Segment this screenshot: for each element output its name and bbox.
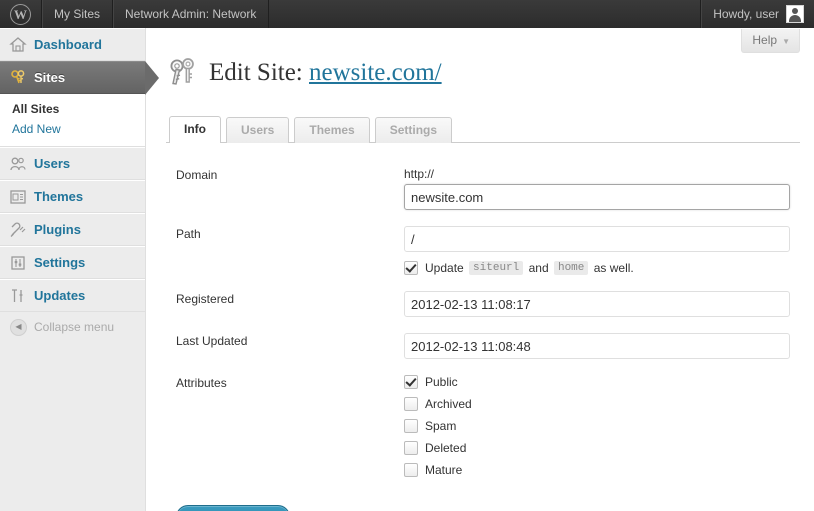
keys-icon <box>166 57 200 89</box>
sidebar-item-settings-label: Settings <box>34 255 86 270</box>
sidebar-item-dashboard[interactable]: Dashboard <box>0 28 145 61</box>
attributes-field-cell: Public Archived Spam Deleted Mature <box>404 367 814 493</box>
update-siteurl-text-before: Update <box>425 261 464 275</box>
deleted-label: Deleted <box>425 441 467 455</box>
attribute-row-mature: Mature <box>404 463 804 477</box>
attribute-row-public: Public <box>404 375 804 389</box>
admin-sidebar: Dashboard Sites All Sites Add New Users <box>0 28 159 511</box>
sidebar-item-sites[interactable]: Sites <box>0 61 159 95</box>
update-siteurl-row: Update siteurl and home as well. <box>404 261 804 275</box>
update-siteurl-text-after: as well. <box>593 261 634 275</box>
form-row-attributes: Attributes Public Archived Spam Deleted <box>146 367 814 493</box>
domain-field-cell: http:// <box>404 159 814 218</box>
tab-settings[interactable]: Settings <box>374 117 453 143</box>
help-button[interactable]: Help ▼ <box>741 29 800 53</box>
avatar-icon <box>786 5 804 23</box>
keys-icon <box>9 69 27 87</box>
admin-bar-network-admin[interactable]: Network Admin: Network <box>113 0 270 28</box>
site-url-link[interactable]: newsite.com/ <box>309 59 442 86</box>
collapse-menu-label: Collapse menu <box>34 320 115 334</box>
wordpress-logo-icon: W <box>10 3 31 25</box>
sidebar-item-settings[interactable]: Settings <box>0 246 145 279</box>
page-title: Edit Site: newsite.com/ <box>209 59 442 87</box>
registered-label: Registered <box>176 292 235 306</box>
help-button-label: Help <box>752 33 778 47</box>
path-input[interactable] <box>404 226 790 252</box>
save-changes-button[interactable]: Save Changes <box>176 505 291 511</box>
path-label: Path <box>176 227 201 241</box>
mature-checkbox[interactable] <box>404 463 418 477</box>
deleted-checkbox[interactable] <box>404 441 418 455</box>
tab-info[interactable]: Info <box>169 116 221 143</box>
admin-bar-network-admin-label: Network Admin: Network <box>125 7 257 21</box>
form-row-last-updated: Last Updated <box>146 325 814 367</box>
sidebar-item-dashboard-label: Dashboard <box>34 37 102 52</box>
update-siteurl-text-middle: and <box>528 261 549 275</box>
form-row-registered: Registered <box>146 283 814 325</box>
sidebar-item-sites-label: Sites <box>34 70 66 85</box>
registered-field-cell <box>404 283 814 325</box>
sidebar-item-users[interactable]: Users <box>0 147 145 180</box>
admin-bar-my-sites-label: My Sites <box>54 7 101 21</box>
domain-protocol-prefix: http:// <box>404 167 435 181</box>
tab-users[interactable]: Users <box>226 117 290 143</box>
admin-bar-my-sites[interactable]: My Sites <box>42 0 114 28</box>
home-code: home <box>553 261 589 275</box>
last-updated-label: Last Updated <box>176 334 248 348</box>
attribute-row-spam: Spam <box>404 419 804 433</box>
tab-themes[interactable]: Themes <box>294 117 370 143</box>
public-label: Public <box>425 375 458 389</box>
last-updated-field-cell <box>404 325 814 367</box>
page-title-prefix: Edit Site: <box>209 58 303 86</box>
last-updated-input[interactable] <box>404 333 790 359</box>
collapse-menu-button[interactable]: ◀ Collapse menu <box>0 312 145 342</box>
attribute-row-deleted: Deleted <box>404 441 804 455</box>
public-checkbox[interactable] <box>404 375 418 389</box>
sidebar-item-users-label: Users <box>34 156 71 171</box>
mature-label: Mature <box>425 463 463 477</box>
archived-label: Archived <box>425 397 472 411</box>
sidebar-submenu-sites: All Sites Add New <box>0 94 145 147</box>
main-content: Help ▼ Edit Site: newsite.com/ Info Users… <box>146 28 814 511</box>
attribute-row-archived: Archived <box>404 397 804 411</box>
submit-row: Save Changes <box>146 493 814 511</box>
registered-input[interactable] <box>404 291 790 317</box>
sidebar-item-add-new[interactable]: Add New <box>0 119 145 139</box>
archived-checkbox[interactable] <box>404 397 418 411</box>
path-field-cell: Update siteurl and home as well. <box>404 218 814 283</box>
sidebar-item-themes-label: Themes <box>34 189 84 204</box>
users-icon <box>9 155 27 173</box>
admin-bar-account[interactable]: Howdy, user <box>700 0 814 28</box>
settings-sliders-icon <box>9 254 27 272</box>
wordpress-logo-button[interactable]: W <box>0 0 42 28</box>
spam-label: Spam <box>425 419 457 433</box>
form-row-domain: Domain http:// <box>146 159 814 218</box>
spam-checkbox[interactable] <box>404 419 418 433</box>
howdy-label: Howdy, user <box>713 7 779 21</box>
dashboard-home-icon <box>9 36 27 54</box>
collapse-left-arrow-icon: ◀ <box>10 318 27 336</box>
admin-bar: W My Sites Network Admin: Network Howdy,… <box>0 0 814 28</box>
plugin-plug-icon <box>9 221 27 239</box>
update-siteurl-checkbox[interactable] <box>404 261 418 275</box>
sidebar-item-updates[interactable]: Updates <box>0 279 145 312</box>
sidebar-item-updates-label: Updates <box>34 288 86 303</box>
siteurl-code: siteurl <box>469 261 524 275</box>
sidebar-item-plugins-label: Plugins <box>34 222 81 237</box>
chevron-down-icon: ▼ <box>782 37 790 46</box>
sidebar-item-plugins[interactable]: Plugins <box>0 213 145 246</box>
tab-bar: Info Users Themes Settings <box>166 116 800 143</box>
sidebar-item-all-sites[interactable]: All Sites <box>0 99 145 119</box>
sidebar-item-themes[interactable]: Themes <box>0 180 145 213</box>
edit-site-form: Domain http:// Path Update siteurl and h… <box>146 159 814 493</box>
attributes-label: Attributes <box>176 376 227 390</box>
domain-label: Domain <box>176 168 218 182</box>
themes-icon <box>9 188 27 206</box>
form-row-path: Path Update siteurl and home as well. <box>146 218 814 283</box>
page-header: Edit Site: newsite.com/ <box>146 28 814 103</box>
admin-bar-spacer <box>269 0 700 28</box>
domain-input[interactable] <box>404 184 790 210</box>
updates-tools-icon <box>9 287 27 305</box>
